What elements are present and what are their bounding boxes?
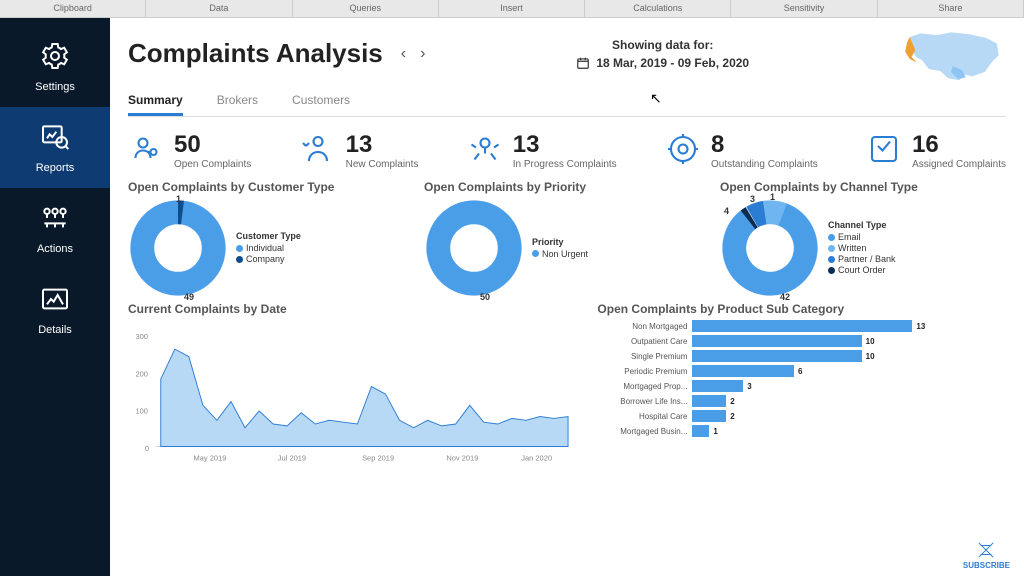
tab-summary[interactable]: Summary (128, 87, 183, 116)
sidebar-label: Reports (4, 162, 106, 174)
reports-icon (39, 121, 71, 153)
bar-row: Mortgaged Busin...1 (597, 425, 1006, 437)
tabs: Summary Brokers Customers (128, 87, 1006, 117)
bar-row: Periodic Premium6 (597, 365, 1006, 377)
area-chart[interactable]: Current Complaints by Date 300 200 100 0… (128, 302, 577, 475)
ribbon-sensitivity[interactable]: Sensitivity (731, 0, 877, 17)
kpi-open: 50Open Complaints (128, 131, 251, 170)
prev-button[interactable]: ‹ (397, 43, 410, 65)
gear-icon (39, 40, 71, 72)
svg-text:100: 100 (135, 407, 147, 416)
donut-customer-type[interactable]: Open Complaints by Customer Type 1 49 Cu… (128, 180, 414, 298)
calendar-icon (576, 56, 590, 70)
ribbon-queries[interactable]: Queries (293, 0, 439, 17)
svg-text:0: 0 (145, 444, 149, 453)
sidebar-item-actions[interactable]: Actions (0, 188, 110, 269)
next-button[interactable]: › (416, 43, 429, 65)
svg-text:300: 300 (135, 332, 147, 341)
assigned-icon (866, 131, 902, 167)
kpi-new: 13New Complaints (300, 131, 419, 170)
actions-icon (39, 202, 71, 234)
sidebar-item-settings[interactable]: Settings (0, 26, 110, 107)
bar-row: Borrower Life Ins...2 (597, 395, 1006, 407)
kpi-assigned: 16Assigned Complaints (866, 131, 1006, 170)
person-icon (300, 131, 336, 167)
gear-circle-icon (665, 131, 701, 167)
details-icon (39, 283, 71, 315)
donut-channel[interactable]: Open Complaints by Channel Type 1 3 4 42 (720, 180, 1006, 298)
sidebar-item-reports[interactable]: Reports (0, 107, 110, 188)
ribbon-tabs: Clipboard Data Queries Insert Calculatio… (0, 0, 1024, 18)
date-label: Showing data for: (576, 38, 749, 52)
ribbon-data[interactable]: Data (146, 0, 292, 17)
ribbon-calculations[interactable]: Calculations (585, 0, 731, 17)
bar-row: Hospital Care2 (597, 410, 1006, 422)
svg-text:Jan 2020: Jan 2020 (521, 454, 552, 463)
bar-row: Outpatient Care10 (597, 335, 1006, 347)
bar-row: Mortgaged Prop...3 (597, 380, 1006, 392)
kpi-outstanding: 8Outstanding Complaints (665, 131, 818, 170)
donut-priority[interactable]: Open Complaints by Priority 50 Priority … (424, 180, 710, 298)
svg-text:Jul 2019: Jul 2019 (278, 454, 306, 463)
hands-icon (467, 131, 503, 167)
svg-text:May 2019: May 2019 (194, 454, 227, 463)
bar-chart[interactable]: Open Complaints by Product Sub Category … (597, 302, 1006, 475)
ribbon-clipboard[interactable]: Clipboard (0, 0, 146, 17)
page-title: Complaints Analysis (128, 38, 383, 69)
ribbon-share[interactable]: Share (878, 0, 1024, 17)
dna-icon (975, 541, 997, 559)
kpi-progress: 13In Progress Complaints (467, 131, 617, 170)
ribbon-insert[interactable]: Insert (439, 0, 585, 17)
tab-customers[interactable]: Customers (292, 87, 350, 116)
sidebar: Settings Reports Actions Details (0, 18, 110, 576)
svg-text:Sep 2019: Sep 2019 (362, 454, 394, 463)
svg-text:Nov 2019: Nov 2019 (446, 454, 478, 463)
sidebar-label: Actions (4, 243, 106, 255)
sidebar-label: Details (4, 324, 106, 336)
support-icon (128, 131, 164, 167)
svg-text:200: 200 (135, 369, 147, 378)
us-map-icon[interactable] (896, 26, 1006, 81)
sidebar-label: Settings (4, 81, 106, 93)
bar-row: Single Premium10 (597, 350, 1006, 362)
bar-row: Non Mortgaged13 (597, 320, 1006, 332)
subscribe-button[interactable]: SUBSCRIBE (963, 541, 1010, 570)
date-range[interactable]: 18 Mar, 2019 - 09 Feb, 2020 (596, 56, 749, 70)
tab-brokers[interactable]: Brokers (217, 87, 258, 116)
sidebar-item-details[interactable]: Details (0, 269, 110, 350)
